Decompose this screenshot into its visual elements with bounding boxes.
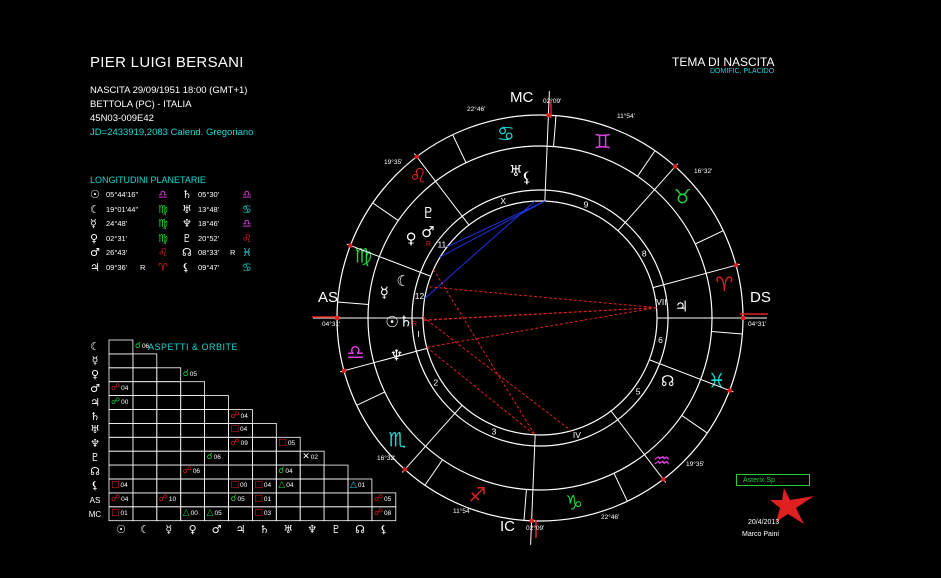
house-number: 3	[492, 427, 497, 437]
cusp-marker	[727, 388, 732, 393]
cusp-marker	[348, 243, 353, 248]
cusp-degree-8: 19°35'	[384, 158, 402, 166]
house-number: 8	[642, 249, 647, 259]
moon-icon: ☾	[396, 272, 409, 290]
house-number: 9	[584, 199, 589, 209]
cusp-degree-12: 16°32'	[694, 167, 712, 175]
aspect-line	[427, 286, 657, 309]
house-number: IV	[573, 430, 581, 440]
venus-icon: ♀	[406, 229, 417, 247]
zodiac-sign-icon: ♊	[594, 129, 612, 153]
cusp-degree-3: 22°46'	[601, 513, 619, 521]
cusp-degree-5: 11°54'	[453, 507, 471, 515]
cusp-marker	[529, 518, 534, 523]
sun-icon: ☉	[385, 313, 398, 331]
cusp-degree-as: 04°31'	[322, 320, 340, 328]
house-cusp	[610, 410, 667, 483]
zodiac-sign-icon: ♏	[388, 428, 406, 452]
house-number: 12	[415, 291, 425, 301]
software-badge: Asterix Sp	[736, 474, 810, 486]
angle-label-mc: MC	[510, 89, 533, 106]
sign-divider	[681, 415, 708, 434]
mars-icon: ♂	[421, 223, 434, 241]
zodiac-sign-icon: ♓	[708, 369, 726, 393]
house-number: VII	[656, 297, 666, 307]
zodiac-sign-icon: ♉	[674, 184, 692, 208]
cusp-marker	[546, 113, 551, 118]
sign-divider	[637, 150, 656, 177]
sign-divider	[424, 459, 443, 486]
angle-label-ds: DS	[750, 289, 771, 306]
pluto-icon: ♇	[422, 204, 435, 222]
cusp-degree-ds: 04°31'	[748, 320, 766, 328]
cusp-marker	[402, 467, 407, 472]
house-cusp	[401, 404, 463, 473]
cusp-marker	[414, 154, 419, 159]
house-number: 2	[433, 377, 438, 387]
zodiac-sign-icon: ♈	[715, 272, 733, 296]
cusp-marker	[673, 164, 678, 169]
aspect-line	[426, 346, 536, 436]
house-number: I	[417, 329, 419, 339]
neptune-icon: ♆	[390, 347, 403, 365]
lilith-icon: ⚸	[521, 169, 532, 187]
node-icon: ☊	[661, 372, 674, 390]
zodiac-sign-icon: ♋	[497, 122, 515, 146]
aspect-line	[433, 269, 536, 436]
sign-divider	[372, 202, 399, 221]
wheel-ring	[411, 189, 669, 447]
cusp-marker	[734, 263, 739, 268]
cusp-degree-9: 22°46'	[467, 105, 485, 113]
angle-label-as: AS	[318, 289, 338, 306]
sign-divider	[452, 134, 467, 163]
house-number: 5	[636, 386, 641, 396]
aspect-line	[424, 200, 536, 300]
zodiac-sign-icon: ♎	[347, 340, 365, 364]
house-cusp	[617, 163, 679, 232]
zodiac-sign-icon: ♐	[468, 483, 486, 507]
wheel-ring	[422, 200, 658, 436]
cusp-degree-mc: 02°09'	[543, 97, 561, 105]
cusp-degree-ic: 02°09'	[526, 524, 544, 532]
cusp-marker	[741, 316, 745, 320]
cusp-degree-11: 11°54'	[617, 112, 635, 120]
retrograde-mark: R	[412, 321, 417, 328]
cusp-degree-6: 16°32'	[377, 454, 395, 462]
cusp-marker	[341, 368, 346, 373]
house-number: 6	[658, 335, 663, 345]
sign-divider	[356, 391, 385, 406]
aspect-line	[440, 200, 546, 258]
zodiac-sign-icon: ♍	[354, 243, 372, 267]
author-name: Marco Paini	[742, 531, 779, 538]
jupiter-icon: ♃	[675, 297, 688, 315]
mercury-icon: ☿	[380, 283, 389, 301]
cusp-degree-2: 19°35'	[686, 460, 704, 468]
sign-divider	[711, 331, 743, 335]
sign-divider	[613, 473, 628, 502]
aspect-line	[446, 200, 546, 248]
saturn-icon: ♄	[399, 312, 412, 330]
sign-divider	[337, 301, 369, 305]
angle-label-ic: IC	[500, 518, 515, 535]
cusp-marker	[661, 477, 666, 482]
sign-divider	[553, 115, 557, 147]
sign-divider	[523, 489, 527, 521]
house-number: X	[500, 196, 506, 206]
sign-divider	[695, 230, 724, 245]
retrograde-mark: R	[426, 241, 431, 248]
print-date: 20/4/2013	[748, 519, 780, 526]
zodiac-sign-icon: ♑	[565, 490, 583, 514]
house-number: 11	[437, 240, 446, 250]
